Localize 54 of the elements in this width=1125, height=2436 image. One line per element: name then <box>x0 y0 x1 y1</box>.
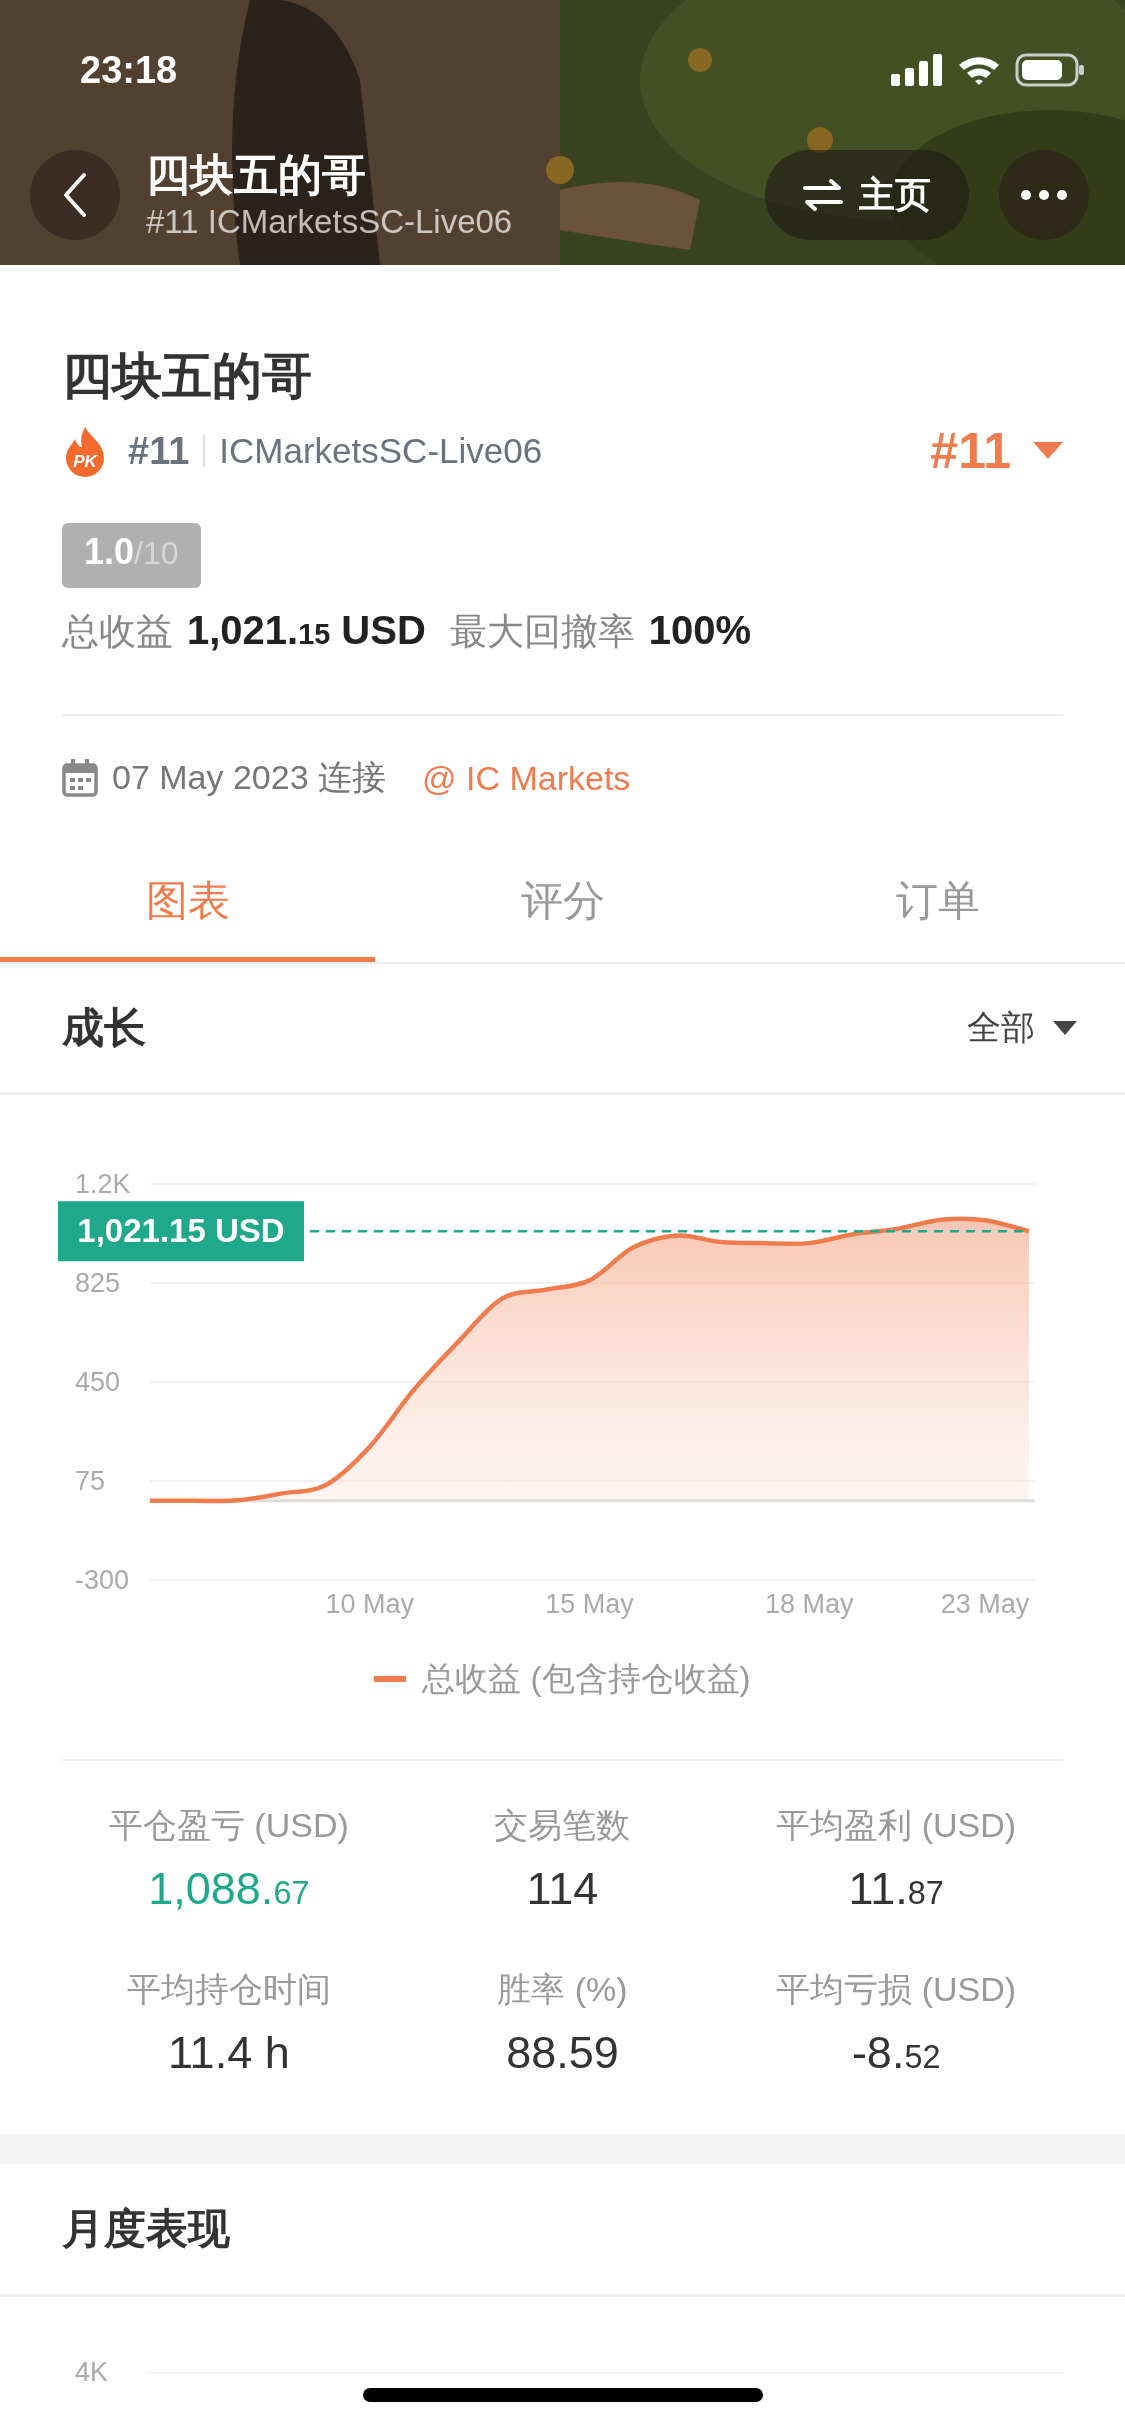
axis-label: 75 <box>75 1466 106 1496</box>
page-subtitle: #11 ICMarketsSC-Live06 <box>146 202 514 242</box>
stat-value: 114 <box>525 1862 600 1916</box>
caret-icon <box>1053 1021 1077 1035</box>
status-time: 23:18 <box>80 48 178 92</box>
legend-swatch <box>374 1676 407 1682</box>
section-title: 月度表现 <box>62 2204 230 2254</box>
rank-number: #11 <box>128 429 190 473</box>
tab[interactable]: 图表 <box>0 844 375 962</box>
tab[interactable]: 评分 <box>375 844 750 962</box>
swap-icon <box>803 178 843 212</box>
stat-label: 胜率 (%) <box>496 1969 629 2010</box>
stat-value: 1,088.67 <box>147 1862 311 1916</box>
stat-label: 交易笔数 <box>493 1805 632 1846</box>
drawdown-value: 100% <box>648 607 752 654</box>
wifi-icon <box>957 54 1001 86</box>
caret-icon <box>1033 442 1063 460</box>
ref-line-label: 1,021.15 USD <box>77 1212 285 1250</box>
more-icon <box>1021 190 1067 200</box>
connected-date: 07 May 2023 连接 <box>112 757 387 798</box>
stat-value: 88.59 <box>505 2026 620 2080</box>
legend-label: 总收益 (包含持仓收益) <box>422 1658 751 1699</box>
page-title: 四块五的哥 <box>146 149 367 201</box>
calendar-icon <box>62 759 98 797</box>
stat-value: -8.52 <box>850 2026 942 2080</box>
stat-label: 平均盈利 (USD) <box>775 1805 1018 1846</box>
broker-link[interactable]: @ IC Markets <box>422 758 631 798</box>
tab[interactable]: 订单 <box>750 844 1125 962</box>
value-tag: 1,021.15 USD <box>58 1201 304 1262</box>
server-name: ICMarketsSC-Live06 <box>219 431 544 471</box>
axis-label: 1.2K <box>75 1169 131 1199</box>
axis-label: 18 May <box>765 1589 854 1619</box>
stat-value: 11.4 h <box>166 2026 291 2080</box>
total-profit-label: 总收益 <box>62 610 173 654</box>
trader-name: 四块五的哥 <box>62 347 313 406</box>
battery-icon <box>1015 53 1085 87</box>
axis-label: -300 <box>75 1565 130 1595</box>
range-dropdown[interactable]: 全部 <box>967 1005 1077 1051</box>
axis-label: 450 <box>75 1367 121 1397</box>
axis-label: 15 May <box>545 1589 634 1619</box>
signal-icon <box>891 54 943 86</box>
stat-value: 11.87 <box>847 1862 945 1916</box>
axis-label: 825 <box>75 1268 121 1298</box>
total-profit-value: 1,021.15 USD <box>187 607 426 654</box>
axis-label: 4K <box>75 2357 109 2388</box>
stat-label: 平均持仓时间 <box>125 1969 332 2010</box>
section-title: 成长 <box>62 1003 146 1053</box>
axis-label: 10 May <box>325 1589 414 1619</box>
axis-label: 23 May <box>940 1589 1030 1619</box>
stat-label: 平均亏损 (USD) <box>775 1969 1018 2010</box>
stat-label: 平仓盈亏 (USD) <box>107 1805 350 1846</box>
drawdown-label: 最大回撤率 <box>449 610 635 654</box>
rank-dropdown[interactable]: #11 <box>930 422 1063 480</box>
home-button[interactable]: 主页 <box>765 150 969 240</box>
